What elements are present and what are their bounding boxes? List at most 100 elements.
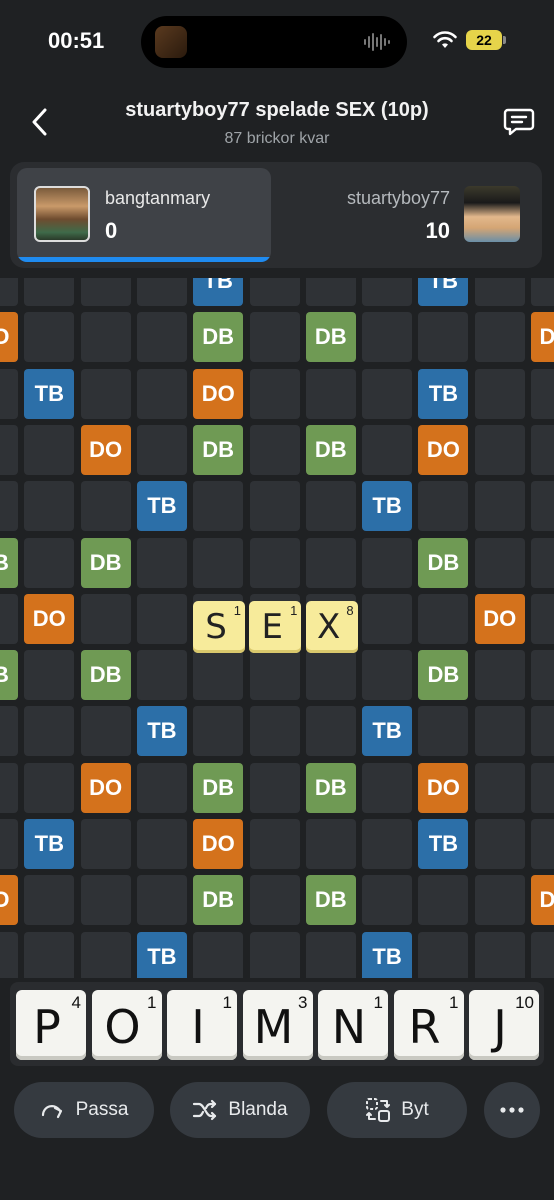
board-square[interactable] [474,650,525,701]
board-square[interactable] [24,650,75,701]
board-square[interactable] [474,706,525,757]
board-square[interactable] [0,481,18,532]
board-square[interactable] [136,762,187,813]
bonus-square-tb[interactable]: TB [193,278,244,306]
board-square[interactable] [0,593,18,644]
bonus-square-tb[interactable]: TB [136,706,187,757]
board-square[interactable] [305,706,356,757]
board-square[interactable] [362,424,413,475]
board-square[interactable] [249,931,300,978]
board-square[interactable] [305,650,356,701]
board-square[interactable] [249,537,300,588]
bonus-square-tb[interactable]: TB [418,368,469,419]
bonus-square-db[interactable]: DB [0,537,18,588]
board-square[interactable] [474,481,525,532]
board-square[interactable] [193,537,244,588]
board-square[interactable] [136,312,187,363]
board-square[interactable] [24,424,75,475]
bonus-square-db[interactable]: DB [305,312,356,363]
bonus-square-db[interactable]: DB [193,762,244,813]
board-square[interactable] [531,931,554,978]
board-square[interactable] [474,537,525,588]
board-square[interactable] [136,650,187,701]
board-square[interactable] [0,931,18,978]
rack-tile[interactable]: M3 [242,990,313,1060]
bonus-square-do[interactable]: DO [0,312,18,363]
bonus-square-do[interactable]: DO [193,368,244,419]
board-square[interactable] [249,424,300,475]
board-square[interactable] [531,593,554,644]
board-square[interactable] [305,368,356,419]
board-square[interactable] [24,931,75,978]
bonus-square-do[interactable]: DO [531,312,554,363]
bonus-square-tb[interactable]: TB [24,368,75,419]
board-square[interactable] [136,278,187,306]
player-card-active[interactable]: bangtanmary 0 [17,168,271,262]
board-square[interactable] [531,537,554,588]
board-square[interactable] [24,278,75,306]
board-square[interactable] [362,312,413,363]
bonus-square-db[interactable]: DB [305,424,356,475]
rack-tile[interactable]: R1 [393,990,464,1060]
bonus-square-tb[interactable]: TB [136,481,187,532]
shuffle-button[interactable]: Blanda [170,1082,310,1138]
board-square[interactable] [249,762,300,813]
bonus-square-do[interactable]: DO [24,593,75,644]
bonus-square-tb[interactable]: TB [418,278,469,306]
board-square[interactable] [249,819,300,869]
bonus-square-do[interactable]: DO [0,875,18,926]
board-square[interactable] [80,278,131,306]
rack-tile[interactable]: I1 [167,990,237,1060]
board-square[interactable] [362,537,413,588]
board-square[interactable] [474,819,525,869]
board-square[interactable] [362,278,413,306]
pass-button[interactable]: Passa [14,1082,154,1138]
board-square[interactable] [24,706,75,757]
board-square[interactable] [418,706,469,757]
board-square[interactable] [418,312,469,363]
board-square[interactable] [531,278,554,306]
board-square[interactable] [249,706,300,757]
opponent-avatar[interactable] [464,186,520,242]
board-square[interactable] [531,650,554,701]
board-square[interactable] [474,762,525,813]
board-square[interactable] [474,368,525,419]
back-button[interactable] [24,104,56,140]
board-square[interactable] [136,537,187,588]
board-square[interactable] [24,762,75,813]
board-square[interactable] [136,368,187,419]
bonus-square-tb[interactable]: TB [418,819,469,869]
bonus-square-db[interactable]: DB [193,875,244,926]
swap-button[interactable]: Byt [327,1082,467,1138]
board-square[interactable] [24,875,75,926]
rack-tile[interactable]: J 10 [469,990,539,1060]
board-square[interactable] [474,875,525,926]
bonus-square-db[interactable]: DB [305,875,356,926]
board-square[interactable] [24,537,75,588]
rack-tile[interactable]: O1 [91,990,162,1060]
board-square[interactable] [249,875,300,926]
more-button[interactable] [484,1082,540,1138]
board-square[interactable] [136,875,187,926]
board-square[interactable] [305,481,356,532]
board-square[interactable] [362,819,413,869]
board-square[interactable] [80,931,131,978]
bonus-square-tb[interactable]: TB [362,706,413,757]
board-square[interactable] [474,278,525,306]
rack-tile[interactable]: N1 [318,990,388,1060]
board-square[interactable] [0,819,18,869]
board-square[interactable] [193,706,244,757]
board-square[interactable] [418,481,469,532]
board-square[interactable] [249,368,300,419]
board-square[interactable] [474,312,525,363]
bonus-square-do[interactable]: DO [418,424,469,475]
bonus-square-do[interactable]: DO [474,593,525,644]
board-square[interactable] [80,706,131,757]
bonus-square-tb[interactable]: TB [362,931,413,978]
board-square[interactable] [193,931,244,978]
bonus-square-db[interactable]: DB [418,650,469,701]
board-square[interactable] [0,278,18,306]
board-square[interactable] [362,762,413,813]
board-square[interactable] [80,312,131,363]
bonus-square-db[interactable]: DB [193,312,244,363]
